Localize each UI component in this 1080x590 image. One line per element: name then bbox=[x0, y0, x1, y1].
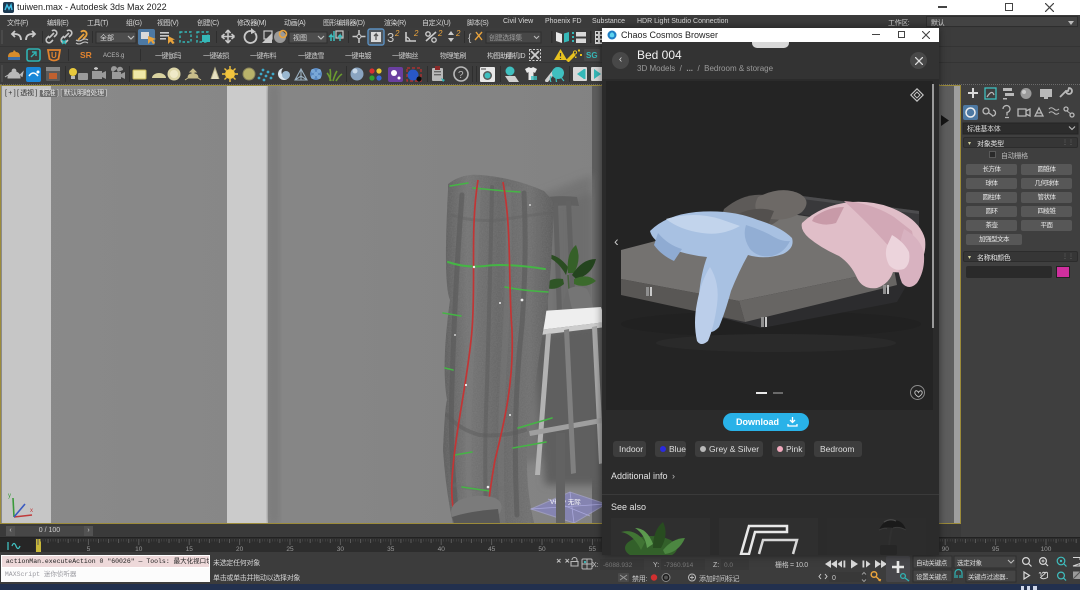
svg-text:一键伽玛: 一键伽玛 bbox=[155, 51, 181, 60]
svg-text:VRay 无际: VRay 无际 bbox=[550, 497, 581, 506]
svg-text:SG: SG bbox=[586, 51, 598, 60]
svg-text:创建选择集: 创建选择集 bbox=[489, 33, 522, 42]
svg-text:随机ID: 随机ID bbox=[506, 51, 525, 60]
svg-text:-6088.932: -6088.932 bbox=[603, 562, 633, 569]
svg-text:一键破损: 一键破损 bbox=[203, 51, 229, 60]
svg-text:一键布料: 一键布料 bbox=[250, 51, 276, 60]
svg-text:3: 3 bbox=[387, 30, 394, 45]
svg-text:2: 2 bbox=[413, 29, 419, 38]
svg-text:一键蜘丝: 一键蜘丝 bbox=[392, 51, 418, 60]
svg-text:一键造雪: 一键造雪 bbox=[298, 51, 324, 60]
svg-text:添加时间标记: 添加时间标记 bbox=[699, 574, 739, 583]
svg-text:X:: X: bbox=[592, 562, 599, 569]
svg-text:关键点过滤器..: 关键点过滤器.. bbox=[968, 572, 1009, 581]
svg-text:2: 2 bbox=[394, 29, 400, 38]
svg-text:0: 0 bbox=[832, 575, 836, 582]
svg-text:自动关键点: 自动关键点 bbox=[916, 558, 948, 567]
svg-text:U: U bbox=[51, 51, 57, 60]
svg-text:SR: SR bbox=[80, 50, 92, 60]
svg-text:一键电镀: 一键电镀 bbox=[345, 51, 371, 60]
svg-text:?: ? bbox=[458, 70, 464, 81]
svg-text:Z:: Z: bbox=[713, 562, 719, 569]
svg-text:2: 2 bbox=[437, 29, 443, 38]
svg-text:0.0: 0.0 bbox=[724, 562, 733, 569]
svg-text:2: 2 bbox=[455, 29, 461, 38]
svg-text:{: { bbox=[468, 33, 472, 44]
svg-text:x: x bbox=[30, 508, 33, 514]
svg-text:y: y bbox=[8, 493, 11, 499]
svg-text:物理笔刷: 物理笔刷 bbox=[440, 51, 466, 60]
svg-text:设置关键点: 设置关键点 bbox=[916, 572, 948, 581]
svg-text:标准基本体: 标准基本体 bbox=[967, 124, 1001, 133]
svg-text:Y:: Y: bbox=[653, 562, 659, 569]
svg-text:禁用:: 禁用: bbox=[632, 575, 647, 583]
svg-text:视图: 视图 bbox=[293, 33, 307, 42]
svg-text:全部: 全部 bbox=[100, 33, 114, 42]
svg-text:栅格 = 10.0: 栅格 = 10.0 bbox=[775, 560, 808, 569]
svg-text:-7360.914: -7360.914 bbox=[664, 562, 694, 569]
svg-text:选定对象: 选定对象 bbox=[957, 558, 983, 567]
svg-text:ACES.g: ACES.g bbox=[103, 53, 124, 59]
